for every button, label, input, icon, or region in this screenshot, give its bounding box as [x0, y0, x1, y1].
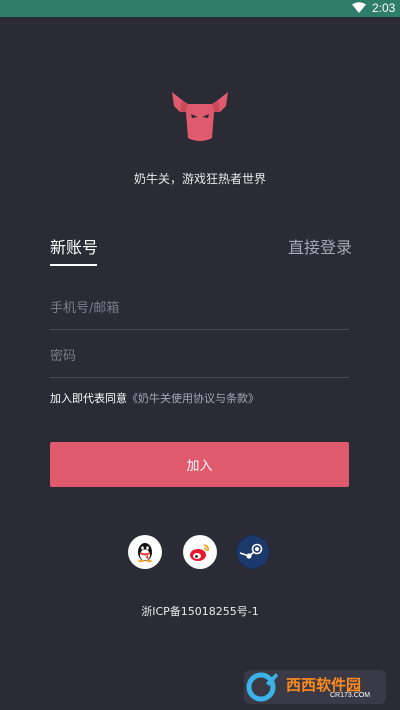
phone-email-input[interactable]: [50, 289, 349, 327]
icp-license: 浙ICP备15018255号-1: [141, 605, 259, 618]
weibo-login-button[interactable]: [183, 535, 217, 569]
qq-login-button[interactable]: [128, 535, 162, 569]
agreement-text: 加入即代表同意《奶牛关使用协议与条款》: [50, 390, 259, 406]
phone-email-field: [50, 289, 349, 330]
status-time: 2:03: [372, 1, 396, 15]
signup-screen: 2:03 奶牛关，游戏狂热者世界 新账号 直接登录 加入即代表同意《奶牛关使用协…: [0, 0, 400, 710]
password-field: [50, 337, 349, 378]
tab-direct-login[interactable]: 直接登录: [288, 234, 352, 258]
qq-icon: [138, 543, 152, 563]
tab-new-account[interactable]: 新账号: [50, 234, 98, 258]
join-button[interactable]: 加入: [50, 442, 349, 487]
slogan: 奶牛关，游戏狂热者世界: [133, 172, 266, 186]
steam-login-button[interactable]: [236, 535, 270, 569]
password-input[interactable]: [50, 337, 349, 375]
weibo-icon: [190, 544, 210, 561]
bull-head-icon: [168, 86, 232, 146]
agreement-link[interactable]: 《奶牛关使用协议与条款》: [127, 392, 259, 405]
tab-indicator: [50, 264, 97, 266]
agreement-prefix: 加入即代表同意: [50, 392, 127, 405]
wifi-icon: [352, 2, 366, 17]
watermark-logo: 西西软件园 CR173.COM: [244, 670, 386, 704]
watermark-sub: CR173.COM: [330, 692, 371, 699]
steam-icon: [237, 536, 269, 568]
status-bar: 2:03: [0, 0, 400, 17]
